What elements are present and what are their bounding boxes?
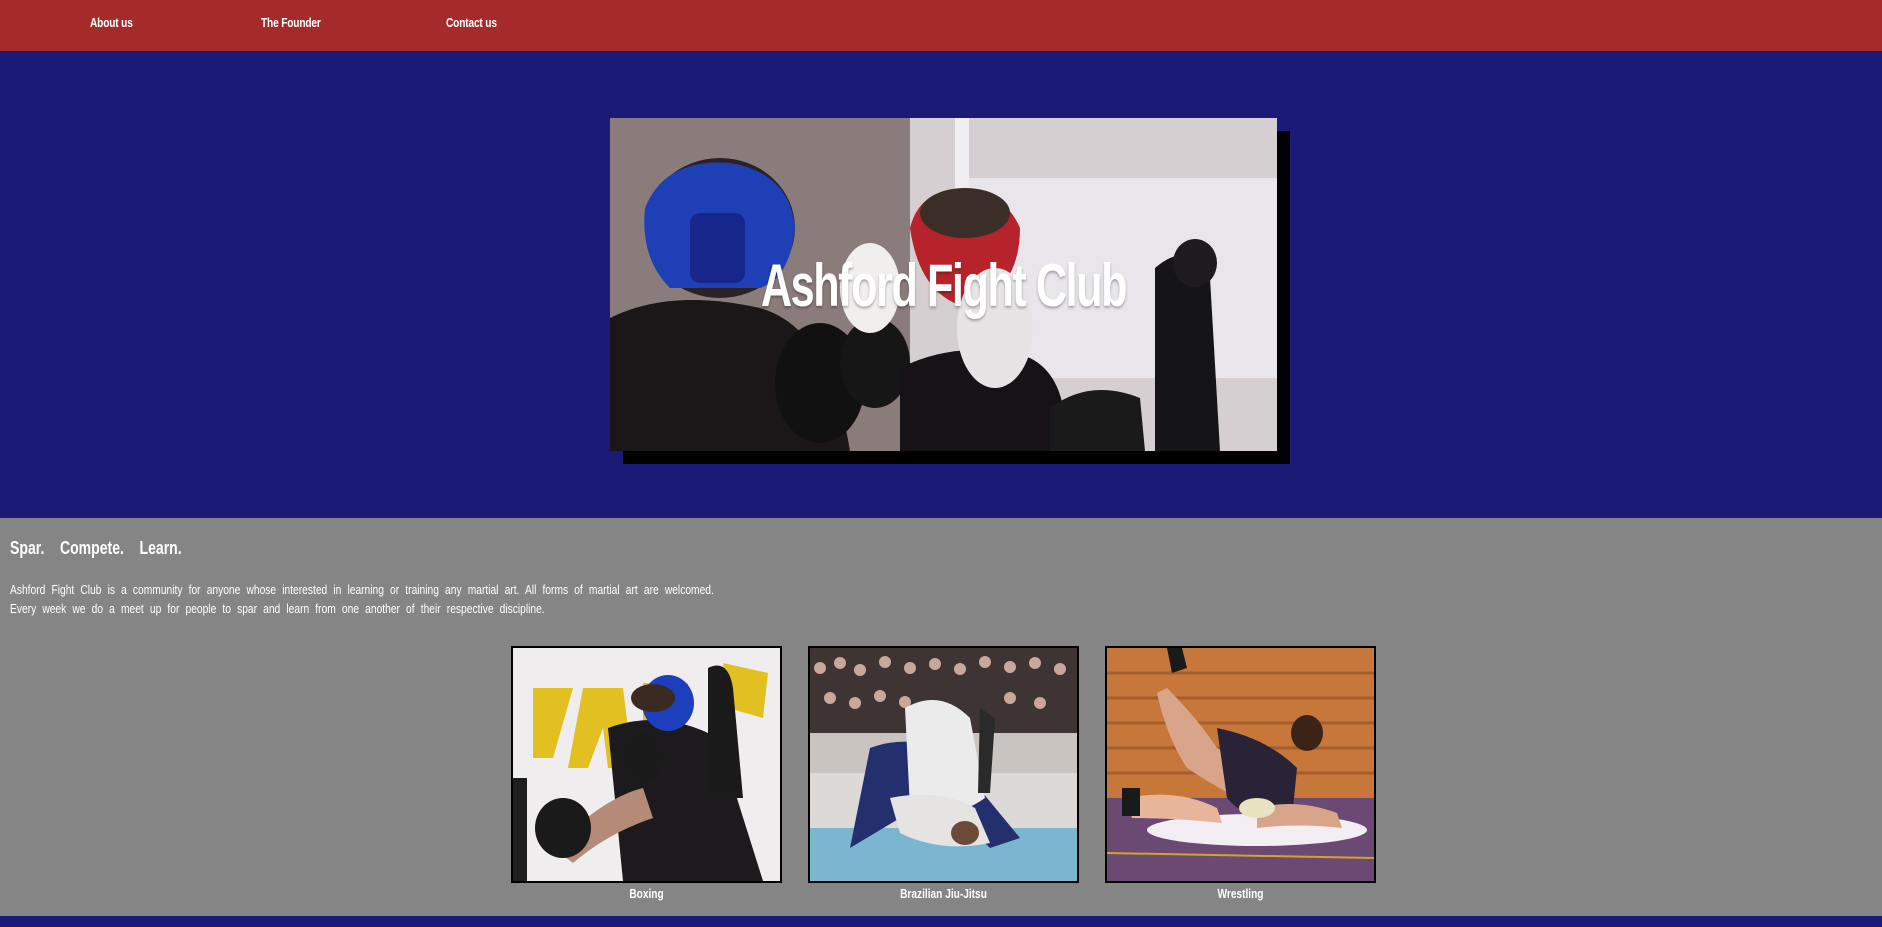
boxing-photo <box>511 646 782 883</box>
hero-banner: Ashford Fight Club <box>0 51 1882 518</box>
discipline-card-boxing: Boxing <box>511 646 782 901</box>
nav-link-the-founder[interactable]: The Founder <box>261 15 321 30</box>
caption-boxing: Boxing <box>629 886 664 901</box>
caption-wrestling: Wrestling <box>1217 886 1264 901</box>
description: Ashford Fight Club is a community for an… <box>10 581 714 619</box>
top-nav: About us The Founder Contact us <box>0 0 1882 51</box>
intro-section: Spar. Compete. Learn. Ashford Fight Club… <box>0 518 1882 916</box>
discipline-card-wrestling: Wrestling <box>1105 646 1376 901</box>
bjj-photo <box>808 646 1079 883</box>
description-line-1: Ashford Fight Club is a community for an… <box>10 583 714 597</box>
wrestling-photo <box>1105 646 1376 883</box>
caption-bjj: Brazilian Jiu-Jitsu <box>900 886 987 901</box>
tagline: Spar. Compete. Learn. <box>10 538 182 558</box>
hero-title: Ashford Fight Club <box>760 252 1128 319</box>
footer-bar <box>0 916 1882 927</box>
nav-link-contact-us[interactable]: Contact us <box>446 15 497 30</box>
discipline-card-bjj: Brazilian Jiu-Jitsu <box>808 646 1079 901</box>
nav-link-about-us[interactable]: About us <box>90 15 133 30</box>
description-line-2: Every week we do a meet up for people to… <box>10 602 545 616</box>
hero-image: Ashford Fight Club <box>610 118 1277 451</box>
